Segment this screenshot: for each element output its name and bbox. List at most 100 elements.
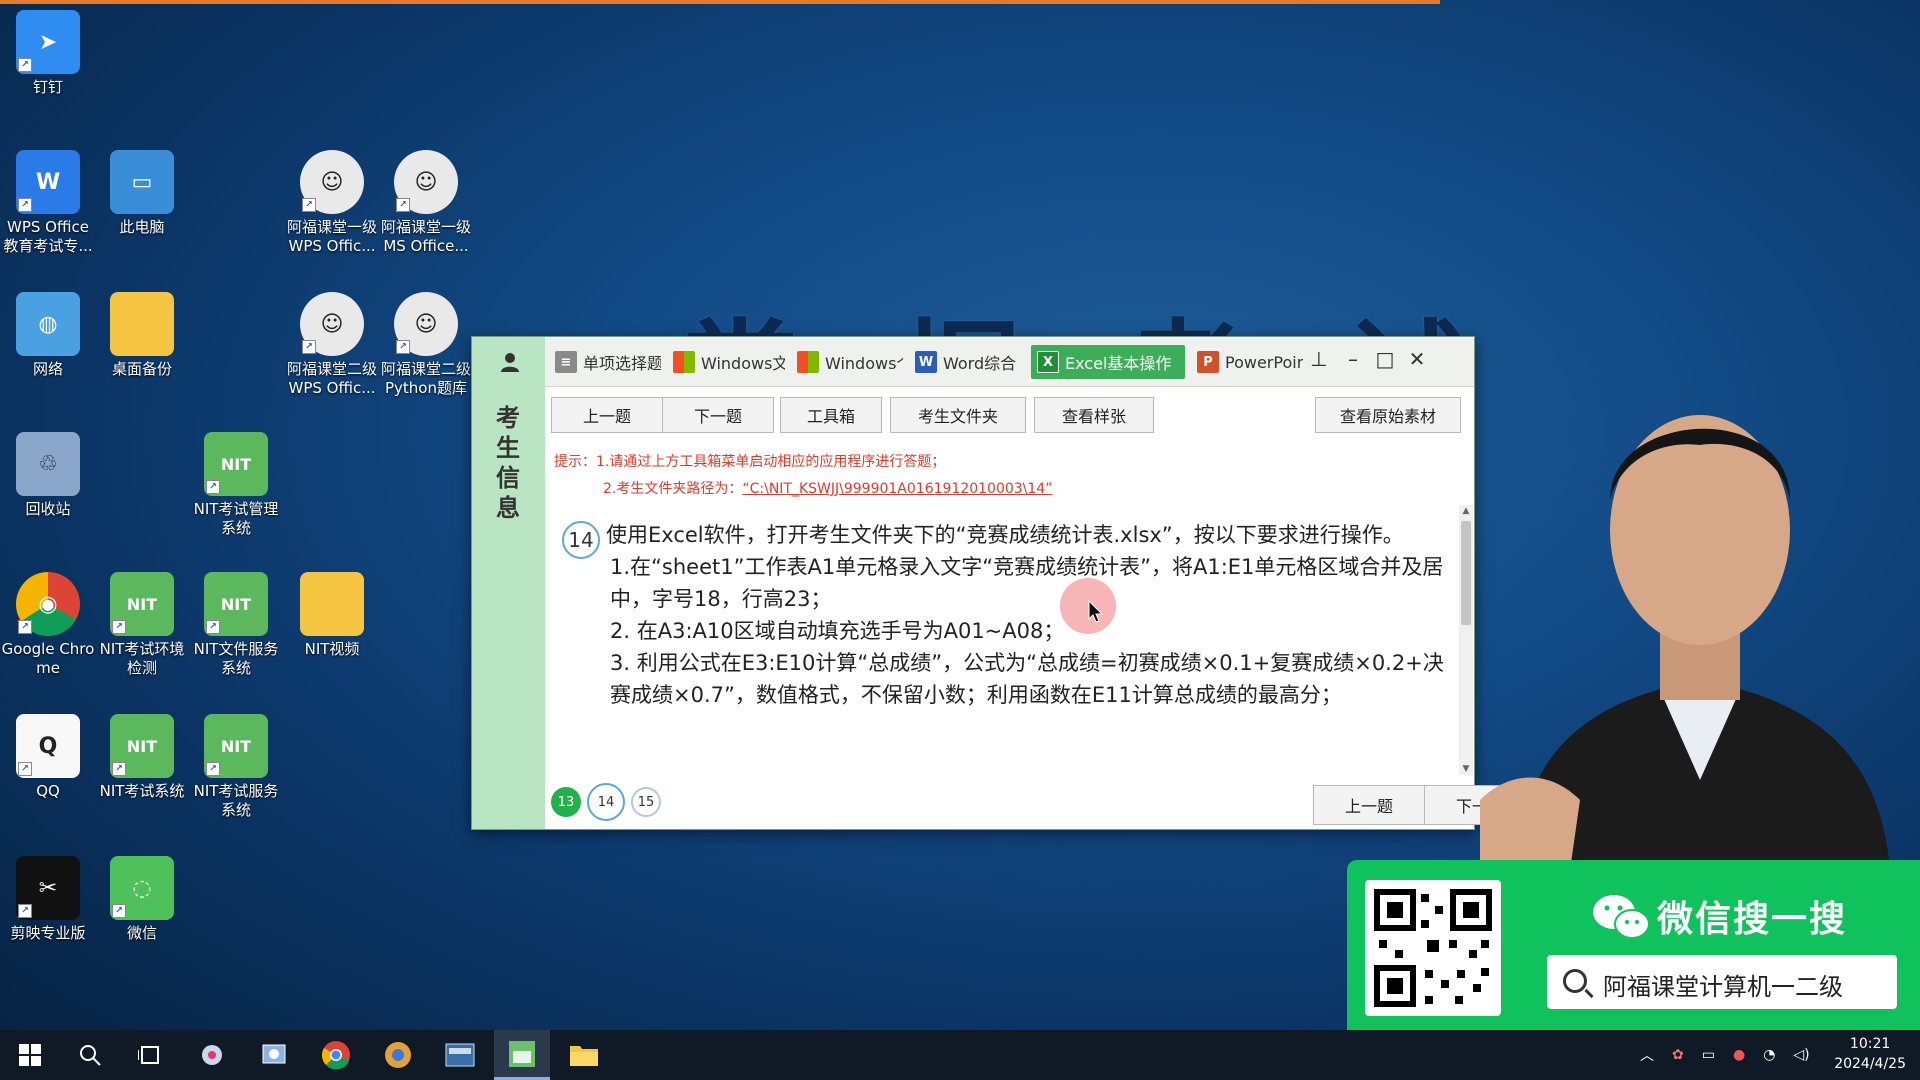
shortcut-arrow-icon: ↗ xyxy=(18,58,32,72)
shortcut-arrow-icon: ↗ xyxy=(18,620,32,634)
pager-item-13[interactable]: 13 xyxy=(551,787,581,817)
desktop-icon-dingtalk[interactable]: ➤ ↗ 钉钉 xyxy=(0,10,96,97)
video-progress-bar xyxy=(0,0,1440,4)
hint-box: 提示：1.请通过上方工具箱菜单启动相应的应用程序进行答题； 2.考生文件夹路径为… xyxy=(554,449,1052,503)
tray-app-icon[interactable]: ● xyxy=(1733,1047,1745,1063)
maximize-button[interactable]: □ xyxy=(1373,347,1397,371)
pager-item-15[interactable]: 15 xyxy=(631,787,661,817)
shortcut-arrow-icon: ↗ xyxy=(206,480,220,494)
desktop-icon-afu-wps2[interactable]: ☺ ↗ 阿福课堂二级 WPS Offic... xyxy=(284,292,380,398)
start-icon[interactable] xyxy=(2,1030,58,1080)
desktop-icon-network[interactable]: ◍ 网络 xyxy=(0,292,96,379)
question-text: 使用Excel软件，打开考生文件夹下的“竞赛成绩统计表.xlsx”，按以下要求进… xyxy=(606,519,1446,711)
desktop-icon-chrome[interactable]: ◉ ↗ Google Chrome xyxy=(0,572,96,678)
tab-powerpoint[interactable]: P PowerPoin xyxy=(1191,345,1303,379)
desktop-icon-wechat[interactable]: ◌ ↗ 微信 xyxy=(94,856,190,943)
tab-single-choice[interactable]: ≡ 单项选择题 xyxy=(549,345,661,379)
desktop-icon-nit-mgmt[interactable]: NIT ↗ NIT考试管理 系统 xyxy=(188,432,284,538)
shortcut-arrow-icon: ↗ xyxy=(302,340,316,354)
hint-line-2: 2.考生文件夹路径为：“C:\NIT_KSWJJ\999901A01619120… xyxy=(603,481,1053,497)
desktop-icon-nit-file[interactable]: NIT ↗ NIT文件服务 系统 xyxy=(188,572,284,678)
desktop-icon-label: NIT考试系统 xyxy=(99,782,185,800)
desktop-icon-backup[interactable]: 桌面备份 xyxy=(94,292,190,379)
user-icon xyxy=(501,353,519,372)
network-icon[interactable]: ◔ xyxy=(1763,1047,1775,1063)
file-explorer-icon[interactable] xyxy=(556,1030,612,1080)
pin-icon[interactable]: ⊥ xyxy=(1307,347,1331,371)
task-view-icon[interactable] xyxy=(122,1030,178,1080)
qr-code xyxy=(1365,880,1501,1016)
qr-code-icon xyxy=(1374,889,1492,1007)
app-icon[interactable] xyxy=(370,1030,426,1080)
desktop-icon-recycle[interactable]: ♲ 回收站 xyxy=(0,432,96,519)
shortcut-arrow-icon: ↗ xyxy=(18,904,32,918)
prev-question-button[interactable]: 上一题 xyxy=(551,397,663,433)
tray-app-icon[interactable]: ✿ xyxy=(1672,1047,1684,1063)
search-icon[interactable] xyxy=(62,1030,118,1080)
app-icon[interactable] xyxy=(184,1030,240,1080)
wechat-search-box[interactable]: 阿福课堂计算机一二级 xyxy=(1547,955,1897,1009)
desktop-icon-label: 阿福课堂一级 MS Office... xyxy=(380,218,471,255)
qq-icon: Q ↗ xyxy=(16,714,80,778)
scroll-thumb[interactable] xyxy=(1461,521,1471,625)
bottom-prev-button[interactable]: 上一题 xyxy=(1313,785,1425,825)
desktop-icon-label: 微信 xyxy=(126,924,157,942)
desktop-icon-afu-ms1[interactable]: ☺ ↗ 阿福课堂一级 MS Office... xyxy=(378,150,474,256)
app-icon[interactable] xyxy=(432,1030,488,1080)
desktop-icon-label: WPS Office 教育考试专... xyxy=(3,218,93,255)
desktop-icon-afu-py2[interactable]: ☺ ↗ 阿福课堂二级 Python题库 xyxy=(378,292,474,398)
app-icon[interactable] xyxy=(246,1030,302,1080)
chrome-icon[interactable] xyxy=(308,1030,364,1080)
desktop-icon-label: NIT考试环境 检测 xyxy=(99,640,185,677)
desktop-icon-label: 回收站 xyxy=(25,500,71,518)
next-question-button[interactable]: 下一题 xyxy=(662,397,774,433)
view-sample-button[interactable]: 查看样张 xyxy=(1034,397,1154,433)
minimize-button[interactable]: – xyxy=(1341,347,1365,371)
desktop-icon-qq[interactable]: Q ↗ QQ xyxy=(0,714,96,801)
desktop-icon-label: QQ xyxy=(36,782,60,800)
candidate-folder-path[interactable]: “C:\NIT_KSWJJ\999901A0161912010003\14” xyxy=(742,481,1052,497)
network-icon: ◍ xyxy=(16,292,80,356)
scroll-up-icon[interactable]: ▲ xyxy=(1459,505,1473,517)
shortcut-arrow-icon: ↗ xyxy=(396,198,410,212)
close-button[interactable]: ✕ xyxy=(1405,347,1429,371)
question-line: 3. 利用公式在E3:E10计算“总成绩”，公式为“总成绩=初赛成绩×0.1+复… xyxy=(610,651,1444,707)
battery-icon[interactable]: ▭ xyxy=(1702,1047,1715,1063)
dingtalk-icon: ➤ ↗ xyxy=(16,10,80,74)
shortcut-arrow-icon: ↗ xyxy=(18,762,32,776)
view-original-material-button[interactable]: 查看原始素材 xyxy=(1315,397,1461,433)
pager-item-14[interactable]: 14 xyxy=(587,783,625,821)
clock-time: 10:21 xyxy=(1849,1036,1891,1052)
tab-word[interactable]: W Word综合 xyxy=(909,345,1025,379)
desktop-icon-nit-svc[interactable]: NIT ↗ NIT考试服务 系统 xyxy=(188,714,284,820)
desktop-icon-label: Google Chrome xyxy=(1,640,95,677)
desktop-icon-wps[interactable]: W ↗ WPS Office 教育考试专... xyxy=(0,150,96,256)
folder-icon xyxy=(300,572,364,636)
desktop-icon-label: 剪映专业版 xyxy=(10,924,86,942)
desktop-icon-this-pc[interactable]: ▭ 此电脑 xyxy=(94,150,190,237)
shortcut-arrow-icon: ↗ xyxy=(396,340,410,354)
tab-windows-file[interactable]: Windows文 xyxy=(667,345,785,379)
desktop-icon-afu-wps1[interactable]: ☺ ↗ 阿福课堂一级 WPS Offic... xyxy=(284,150,380,256)
shortcut-arrow-icon: ↗ xyxy=(206,762,220,776)
tab-excel[interactable]: X Excel基本操作 xyxy=(1031,345,1185,379)
shortcut-arrow-icon: ↗ xyxy=(112,904,126,918)
question-scrollbar[interactable]: ▲ ▼ xyxy=(1459,505,1473,775)
volume-icon[interactable]: ◁) xyxy=(1793,1047,1809,1063)
windows-icon xyxy=(797,351,819,373)
candidate-folder-button[interactable]: 考生文件夹 xyxy=(890,397,1026,433)
desktop-icon-capcut[interactable]: ✂ ↗ 剪映专业版 xyxy=(0,856,96,943)
nit-icon[interactable] xyxy=(494,1030,550,1080)
desktop-icon-nit-video[interactable]: NIT视频 xyxy=(284,572,380,659)
toolbox-button[interactable]: 工具箱 xyxy=(780,397,882,433)
tab-windows-personal[interactable]: Windows个 xyxy=(791,345,903,379)
computer-icon: ▭ xyxy=(110,150,174,214)
desktop-icon-nit-env[interactable]: NIT ↗ NIT考试环境 检测 xyxy=(94,572,190,678)
taskbar-clock[interactable]: 10:21 2024/4/25 xyxy=(1834,1034,1906,1074)
desktop-icon-label: 桌面备份 xyxy=(111,360,172,378)
desktop-icon-nit-exam[interactable]: NIT ↗ NIT考试系统 xyxy=(94,714,190,801)
chevron-up-icon[interactable]: ︿ xyxy=(1640,1045,1654,1065)
candidate-info-panel[interactable]: 考生信息 xyxy=(472,337,545,829)
shortcut-arrow-icon: ↗ xyxy=(206,620,220,634)
word-icon: W xyxy=(915,351,937,373)
